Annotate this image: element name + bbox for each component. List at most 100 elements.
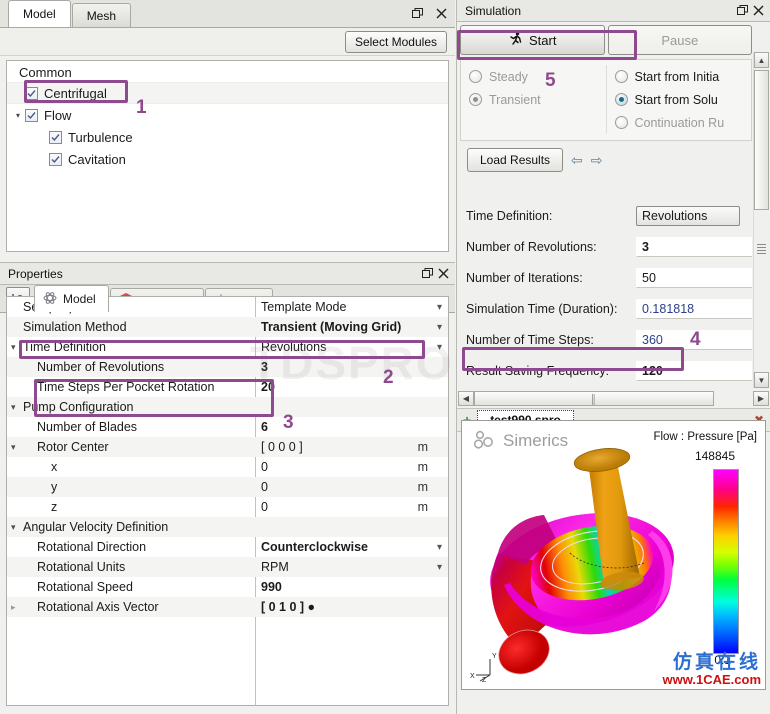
property-row-label: Time Definition (23, 340, 106, 354)
property-row[interactable]: Simulation Method Transient (Moving Grid)… (7, 317, 448, 337)
simulation-field-input[interactable]: 0.181818 (636, 298, 752, 319)
callout-5: 5 (545, 70, 556, 91)
radio-icon (614, 70, 628, 83)
simulation-hscrollbar[interactable]: ◀ ║ ▶ (458, 390, 769, 407)
property-row[interactable]: Rotational Speed 990 (7, 577, 448, 597)
property-row[interactable]: x0m (7, 457, 448, 477)
radio-start-from-solution[interactable]: Start from Solu (614, 88, 752, 111)
property-row-value-cell[interactable]: [ 0 0 0 ] m (255, 440, 448, 454)
property-row[interactable]: ▸ Rotational Axis Vector [ 0 1 0 ] ● (7, 597, 448, 617)
pause-button[interactable]: Pause (607, 25, 752, 55)
property-row-value-cell[interactable]: RPM ▾ (255, 560, 448, 574)
property-row-value-cell[interactable]: Template Mode ▾ (255, 300, 448, 314)
row-spacer (11, 383, 23, 392)
float-icon[interactable] (734, 3, 750, 19)
chevron-down-icon[interactable]: ▾ (11, 522, 23, 533)
property-row[interactable]: ▾ Rotor Center [ 0 0 0 ] m (7, 437, 448, 457)
chevron-down-icon[interactable]: ▾ (11, 342, 23, 353)
start-button[interactable]: Start (460, 25, 605, 55)
next-result-icon[interactable]: ⇨ (591, 152, 603, 169)
scroll-down-icon[interactable]: ▼ (754, 372, 769, 388)
property-row-label: y (51, 480, 58, 494)
chevron-right-icon[interactable]: ▸ (11, 602, 23, 613)
panel-title-label: Simulation (465, 3, 522, 18)
chevron-down-icon[interactable]: ▾ (437, 342, 442, 353)
scroll-right-icon[interactable]: ▶ (753, 391, 769, 406)
chevron-down-icon[interactable]: ▾ (11, 442, 23, 453)
property-row[interactable]: ▾ Angular Velocity Definition (7, 517, 448, 537)
close-icon[interactable] (433, 5, 449, 21)
property-row-value-cell[interactable]: 0m (255, 500, 448, 514)
property-row[interactable]: Time Steps Per Pocket Rotation 20 (7, 377, 448, 397)
property-grid[interactable]: Setup OptionsTemplate Mode▾ Simulation M… (6, 296, 449, 706)
property-row[interactable]: ▾ Pump Configuration (7, 397, 448, 417)
chevron-down-icon[interactable]: ▾ (11, 402, 23, 413)
scroll-left-icon[interactable]: ◀ (458, 391, 474, 406)
property-row-value-cell[interactable]: 990 (255, 580, 448, 594)
tab-mesh[interactable]: Mesh (71, 3, 132, 27)
simulation-field-input[interactable]: 120 (636, 360, 752, 381)
vscroll-thumb[interactable] (754, 70, 769, 210)
runner-icon (508, 31, 523, 49)
float-icon[interactable] (419, 266, 435, 282)
tree-item-turbulence[interactable]: Turbulence (7, 126, 448, 148)
radio-label: Steady (489, 69, 528, 84)
simulation-field-combo[interactable]: Revolutions (636, 205, 740, 226)
viewport-3d[interactable]: Simerics Flow : Pressure [Pa] 148845 0.1 (461, 420, 766, 690)
row-spacer (11, 363, 23, 372)
property-row[interactable]: Number of Blades 6 (7, 417, 448, 437)
simulation-field-input[interactable]: 3 (636, 236, 752, 257)
property-row-value-cell[interactable]: [ 0 1 0 ] ● (255, 600, 448, 614)
previous-result-icon[interactable]: ⇦ (571, 152, 583, 169)
simulation-vscrollbar[interactable]: ▲ ▼ (753, 52, 769, 388)
radio-start-from-initial[interactable]: Start from Initia (614, 65, 752, 88)
module-tree[interactable]: Common Centrifugal ▾ Flow Turbulence Cav… (6, 60, 449, 252)
chevron-down-icon[interactable]: ▾ (11, 111, 25, 120)
property-row-name-cell: ▾ Rotor Center (7, 440, 255, 454)
row-spacer (11, 483, 23, 492)
close-icon[interactable] (750, 3, 766, 19)
property-row-value: 0 (261, 460, 268, 474)
chevron-down-icon[interactable]: ▾ (437, 322, 442, 333)
vscroll-grip (757, 244, 766, 254)
tab-properties-model[interactable]: Model (34, 285, 109, 312)
property-row[interactable]: y 0m (7, 477, 448, 497)
chevron-down-icon[interactable]: ▾ (437, 542, 442, 553)
property-row-value-cell[interactable]: 0m (255, 480, 448, 494)
load-results-button[interactable]: Load Results (467, 148, 564, 172)
select-modules-button[interactable]: Select Modules (344, 30, 447, 53)
simulation-field-input[interactable]: 50 (636, 267, 752, 288)
radio-transient[interactable]: Transient (469, 88, 606, 111)
hscroll-thumb[interactable]: ║ (474, 391, 714, 406)
property-row-value-cell[interactable]: 3 (255, 360, 448, 374)
checkbox-cavitation[interactable] (49, 152, 62, 166)
property-row-value-cell[interactable]: 20 (255, 380, 448, 394)
property-row[interactable]: z0m (7, 497, 448, 517)
property-row[interactable]: Rotational Units RPM ▾ (7, 557, 448, 577)
property-row[interactable]: Number of Revolutions 3 (7, 357, 448, 377)
property-row-value-cell[interactable]: 0m (255, 460, 448, 474)
chevron-down-icon[interactable]: ▾ (437, 562, 442, 573)
property-row-value-cell[interactable]: Transient (Moving Grid) ▾ (255, 320, 448, 334)
radio-steady[interactable]: Steady (469, 65, 606, 88)
property-row-label: Angular Velocity Definition (23, 520, 169, 534)
tree-item-cavitation[interactable]: Cavitation (7, 148, 448, 170)
scroll-up-icon[interactable]: ▲ (754, 52, 769, 68)
hscroll-track[interactable]: ║ (474, 391, 753, 406)
close-icon[interactable] (435, 266, 451, 282)
property-row[interactable]: Rotational Direction Counterclockwise ▾ (7, 537, 448, 557)
property-row-value: 990 (261, 580, 282, 594)
property-row-label: Simulation Method (23, 320, 127, 334)
checkbox-turbulence[interactable] (49, 130, 62, 144)
property-row-value-cell[interactable]: Revolutions ▾ (255, 340, 448, 354)
tree-item-flow[interactable]: ▾ Flow (7, 104, 448, 126)
tree-item-centrifugal[interactable]: Centrifugal (7, 82, 448, 104)
float-icon[interactable] (409, 5, 425, 21)
checkbox-centrifugal[interactable] (25, 86, 38, 100)
property-row[interactable]: ▾ Time Definition Revolutions ▾ (7, 337, 448, 357)
checkbox-flow[interactable] (25, 108, 38, 122)
tab-model[interactable]: Model (8, 0, 71, 27)
chevron-down-icon[interactable]: ▾ (437, 302, 442, 313)
radio-continuation-run[interactable]: Continuation Ru (614, 111, 752, 134)
property-row-value-cell[interactable]: Counterclockwise ▾ (255, 540, 448, 554)
